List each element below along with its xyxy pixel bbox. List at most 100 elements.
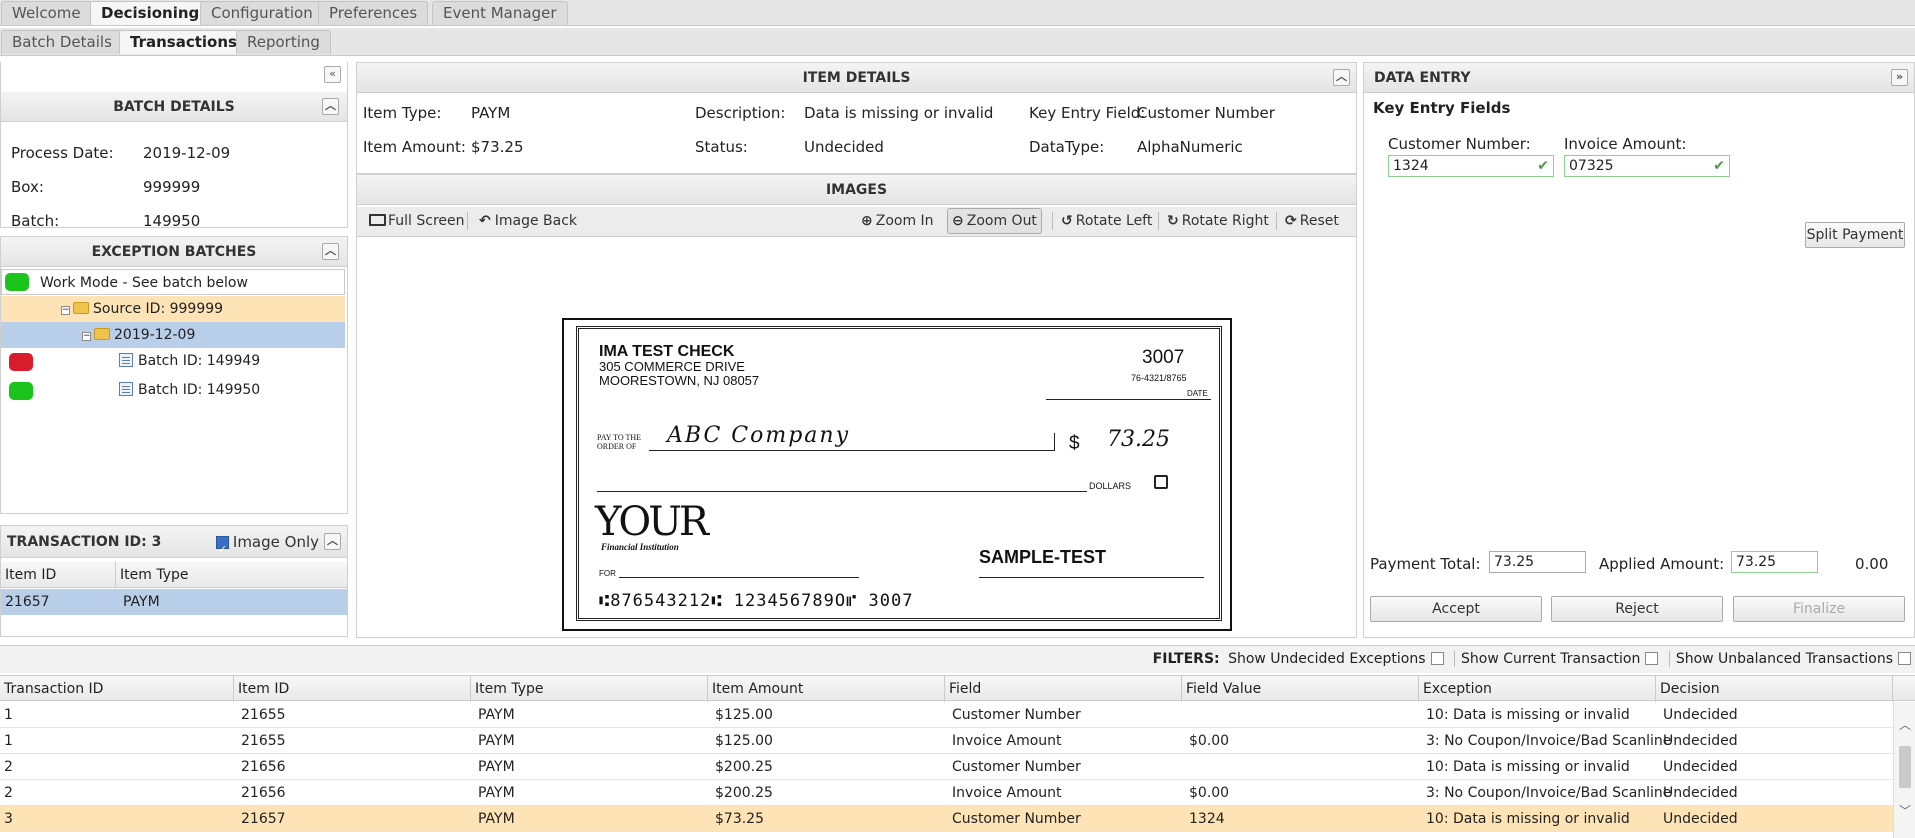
collapse-tree-icon[interactable]: − [61,306,70,315]
item-id-cell: 21657 [5,594,50,610]
batch-value: 149950 [143,212,201,230]
decision-cell: Undecided [1663,707,1738,723]
work-mode-row[interactable]: Work Mode - See batch below [1,269,345,295]
scroll-up-icon[interactable]: ︿ [1899,716,1911,733]
item-id-cell: 21656 [241,759,286,775]
zoom-in-label: Zoom In [875,213,934,229]
tab-welcome[interactable]: Welcome [1,1,92,25]
tree-batch-node[interactable]: Batch ID: 149949 [1,348,345,374]
split-payment-button[interactable]: Split Payment [1805,222,1905,248]
filter-unbalanced[interactable]: Show Unbalanced Transactions [1668,651,1911,667]
description-value: Data is missing or invalid [804,104,994,122]
pay-to-line-2: ORDER OF [597,442,637,451]
table-row[interactable]: 1 21655 PAYM $125.00 Customer Number 10: Data… [0,702,1893,728]
exception-cell: 10: Data is missing or invalid [1426,811,1630,827]
tree-source-node[interactable]: − Source ID: 999999 [1,296,345,322]
tab-reporting[interactable]: Reporting [236,30,331,54]
scroll-down-icon[interactable]: ﹀ [1899,802,1911,819]
column-header-item-type[interactable]: Item Type [471,676,708,702]
batch-id-label: Batch ID: 149950 [138,382,261,398]
finalize-button[interactable]: Finalize [1733,596,1905,622]
key-entry-value: Customer Number [1137,104,1275,122]
tab-batch-details[interactable]: Batch Details [1,30,123,54]
transaction-title: TRANSACTION ID: 3 [7,534,162,550]
batch-doc-icon [119,382,133,396]
collapse-up-icon[interactable]: ︿ [322,243,339,260]
invoice-amount-field[interactable]: 07325 ✔ [1564,155,1730,177]
tab-configuration[interactable]: Configuration [200,1,324,25]
table-row[interactable]: 1 21655 PAYM $125.00 Invoice Amount $0.00 3: N… [0,728,1893,754]
column-header-field-value[interactable]: Field Value [1182,676,1419,702]
column-header-exception[interactable]: Exception [1419,676,1656,702]
transaction-id-cell: 1 [4,707,13,723]
table-row[interactable]: 2 21656 PAYM $200.25 Customer Number 10: Data… [0,754,1893,780]
check-payee: ABC Company [667,423,851,448]
customer-number-value: 1324 [1393,158,1429,174]
rotate-right-button[interactable]: ↻ Rotate Right [1163,207,1273,235]
rotate-left-button[interactable]: ↺ Rotate Left [1057,207,1156,235]
refresh-icon: ⟳ [1285,213,1297,229]
collapse-left-icon[interactable]: « [324,66,341,83]
collapse-right-icon[interactable]: » [1891,69,1908,86]
column-header-field[interactable]: Field [945,676,1182,702]
payment-total-field[interactable]: 73.25 [1489,551,1586,573]
collapse-tree-icon[interactable]: − [82,332,91,341]
memo-line [619,577,859,578]
collapse-up-icon[interactable]: ︿ [324,533,341,550]
zoom-in-button[interactable]: ⊕ Zoom In [857,207,938,235]
filter-undecided[interactable]: Show Undecided Exceptions [1228,651,1444,667]
reset-label: Reset [1299,213,1339,229]
field-cell: Invoice Amount [952,785,1062,801]
accept-button[interactable]: Accept [1370,596,1542,622]
zoom-in-icon: ⊕ [861,213,873,229]
transaction-panel: TRANSACTION ID: 3 Image Only ︿ Item ID I… [0,525,348,637]
image-back-button[interactable]: ↶ Image Back [475,207,581,235]
table-row[interactable]: 21657 PAYM [1,589,347,615]
customer-number-field[interactable]: 1324 ✔ [1388,155,1554,177]
tab-event-manager[interactable]: Event Manager [432,1,568,25]
reject-button[interactable]: Reject [1551,596,1723,622]
table-row[interactable]: 3 21657 PAYM $73.25 Customer Number 1324 10: D… [0,806,1893,832]
check-address-2: MOORESTOWN, NJ 08057 [599,373,760,388]
applied-amount-field[interactable]: 73.25 [1731,551,1818,573]
batch-doc-icon [119,353,133,367]
filter-current[interactable]: Show Current Transaction [1454,651,1659,667]
process-date-label: Process Date: [11,144,114,162]
item-type-label: Item Type: [363,104,442,122]
tree-batch-node[interactable]: Batch ID: 149950 [1,377,345,403]
rotate-left-label: Rotate Left [1075,213,1153,229]
transaction-grid-header: Item ID Item Type [1,562,347,588]
column-header-decision[interactable]: Decision [1656,676,1893,702]
field-value-cell: $0.00 [1189,785,1230,801]
column-header-item-amount[interactable]: Item Amount [708,676,945,702]
reset-button[interactable]: ⟳ Reset [1281,207,1343,235]
tab-decisioning[interactable]: Decisioning [90,1,211,25]
toolbar-divider [467,212,468,230]
invoice-amount-label: Invoice Amount: [1564,135,1687,153]
tab-transactions[interactable]: Transactions [119,30,248,54]
check-image[interactable]: IMA TEST CHECK 305 COMMERCE DRIVE MOORES… [562,318,1232,631]
column-header-transaction-id[interactable]: Transaction ID [0,676,234,702]
grid-scrollbar[interactable]: ︿ ﹀ [1893,702,1915,838]
column-header-item-type[interactable]: Item Type [116,562,347,588]
collapse-up-icon[interactable]: ︿ [322,98,339,115]
exception-batches-header: EXCEPTION BATCHES ︿ [1,237,347,267]
image-only-toggle[interactable]: Image Only [211,526,319,566]
zoom-out-button[interactable]: ⊖ Zoom Out [947,208,1042,234]
image-only-checkbox[interactable] [215,534,229,566]
column-header-item-id[interactable]: Item ID [1,562,116,588]
tree-date-node[interactable]: − 2019-12-09 [1,322,345,348]
item-type-cell: PAYM [478,733,515,749]
collapse-up-icon[interactable]: ︿ [1333,69,1350,86]
filter-unbalanced-checkbox[interactable] [1898,652,1911,665]
key-entry-section-title: Key Entry Fields [1373,99,1511,117]
scrollbar-thumb[interactable] [1899,746,1911,788]
filter-current-label: Show Current Transaction [1461,651,1641,667]
table-row[interactable]: 2 21656 PAYM $200.25 Invoice Amount $0.00 3: N… [0,780,1893,806]
filter-current-checkbox[interactable] [1645,652,1659,665]
column-header-item-id[interactable]: Item ID [234,676,471,702]
full-screen-button[interactable]: Full Screen [365,207,469,235]
filter-undecided-checkbox[interactable] [1430,652,1444,665]
payee-line-end [1054,433,1055,451]
tab-preferences[interactable]: Preferences [318,1,429,25]
